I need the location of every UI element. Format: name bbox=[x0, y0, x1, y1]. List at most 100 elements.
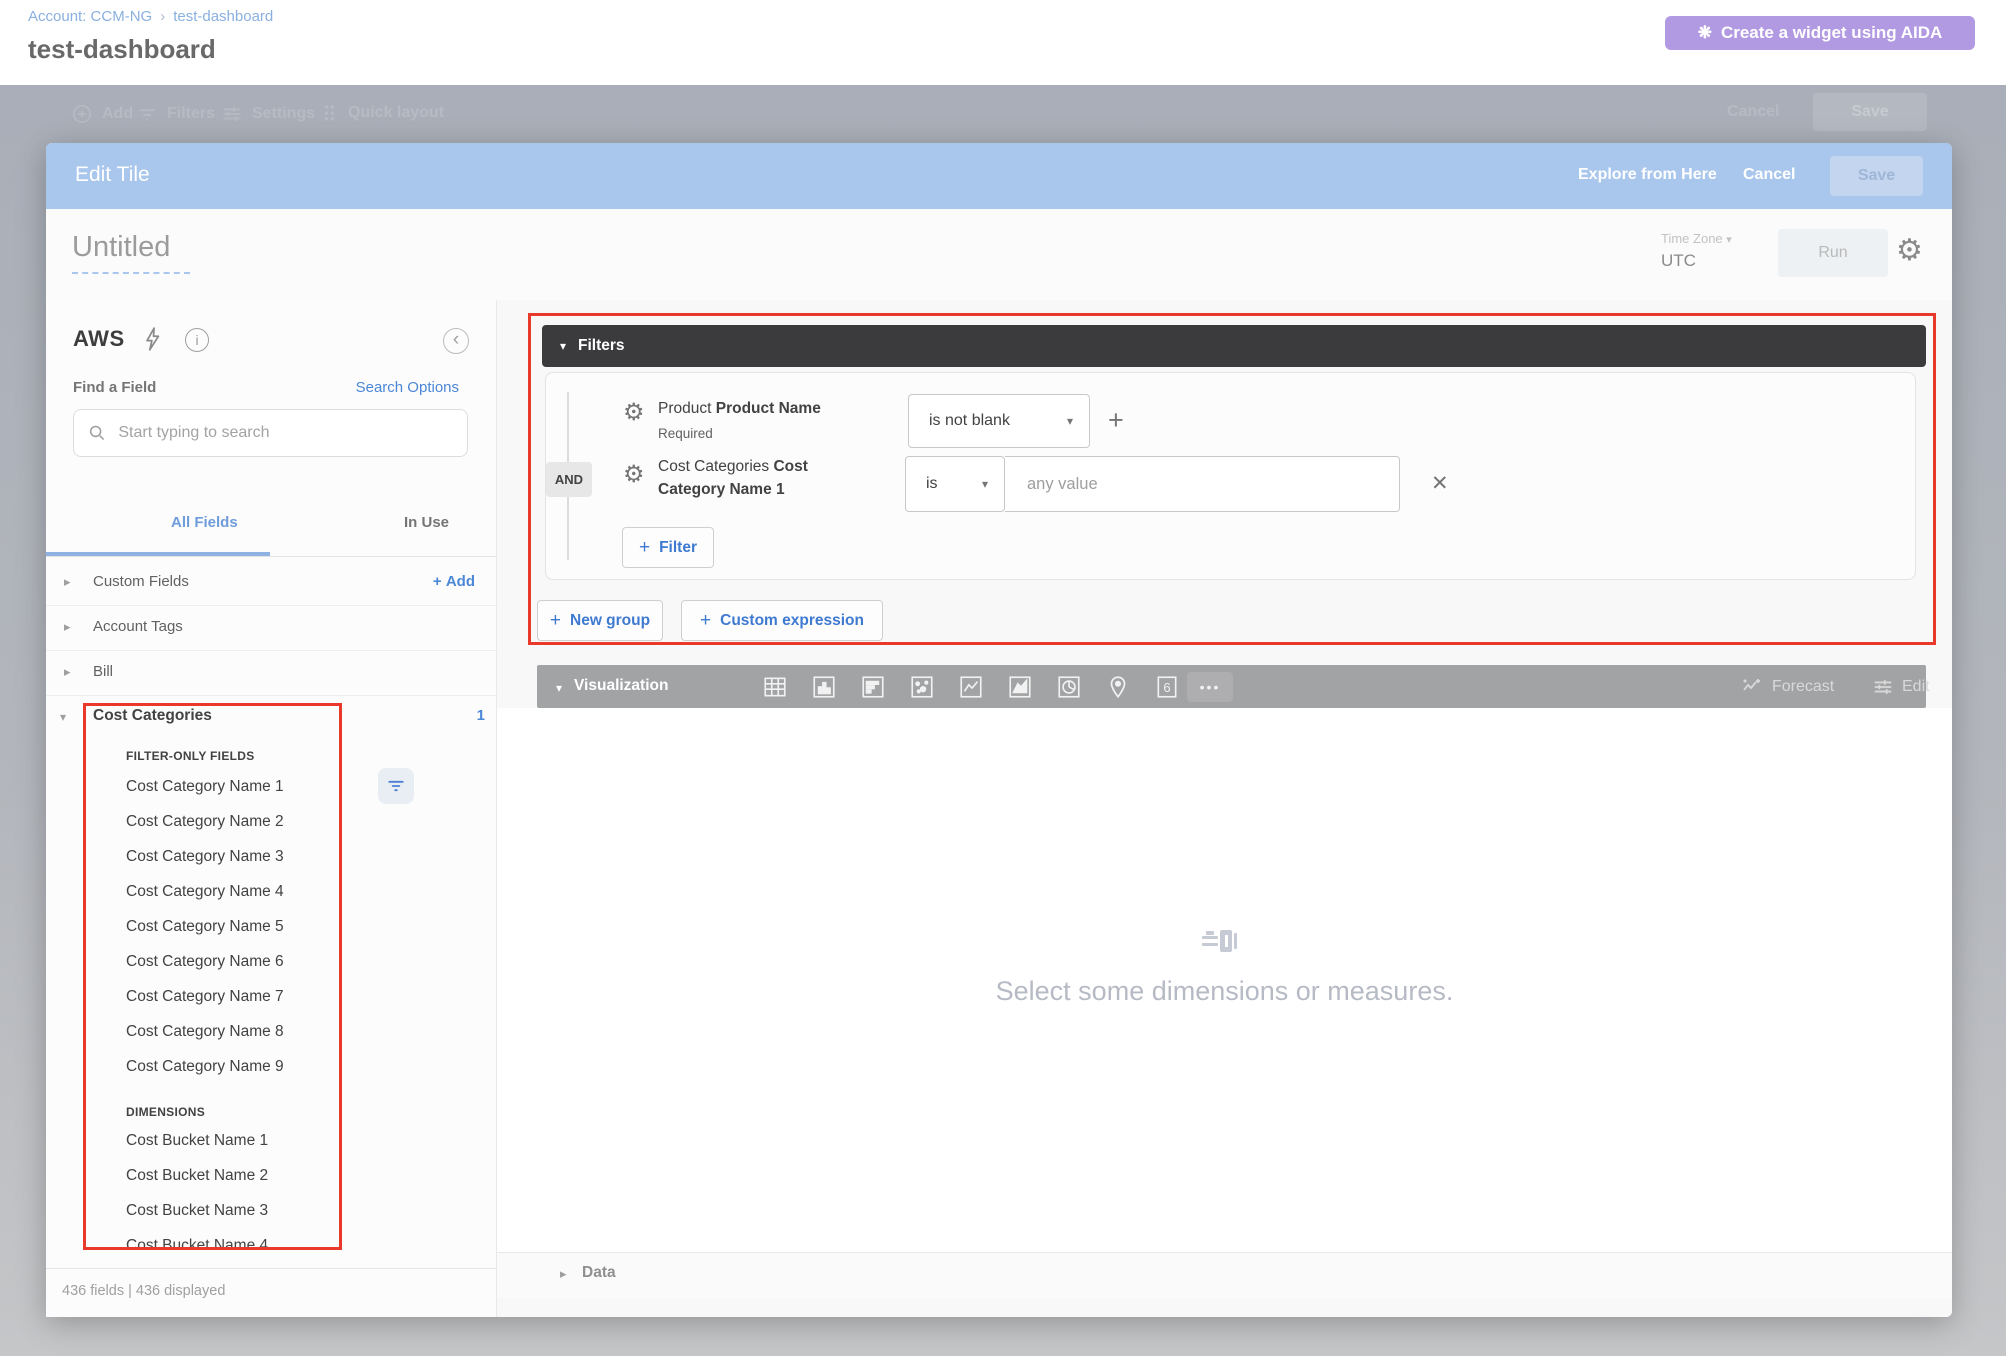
empty-state-message: Select some dimensions or measures. bbox=[497, 976, 1952, 1007]
filter-value-input[interactable] bbox=[1027, 457, 1377, 511]
funnel-icon bbox=[136, 103, 158, 125]
filter-operator-dropdown[interactable]: is ▾ bbox=[905, 456, 1005, 512]
field-item[interactable]: Cost Category Name 2 bbox=[46, 804, 376, 839]
filter-connector-chip[interactable]: AND bbox=[546, 462, 592, 497]
chevron-down-icon: ▾ bbox=[1067, 414, 1073, 428]
run-button[interactable]: Run bbox=[1778, 229, 1888, 277]
tile-title-input[interactable]: Untitled bbox=[72, 231, 190, 274]
field-item[interactable]: Cost Category Name 7 bbox=[46, 979, 376, 1014]
chevron-down-icon: ▾ bbox=[1726, 234, 1732, 246]
table-viz-icon[interactable] bbox=[762, 674, 788, 700]
tab-in-use[interactable]: In Use bbox=[404, 514, 449, 531]
field-search-box bbox=[73, 409, 468, 457]
sidebar-item-bill[interactable]: ▸ Bill bbox=[46, 651, 497, 696]
dashboard-save-button: Save bbox=[1813, 93, 1927, 131]
tab-all-fields[interactable]: All Fields bbox=[171, 514, 238, 531]
visualization-section-header[interactable]: ▾ Visualization 6 ••• Forecast Ed bbox=[537, 665, 1926, 708]
field-item[interactable]: Cost Category Name 8 bbox=[46, 1014, 376, 1049]
sidebar-item-account-tags[interactable]: ▸ Account Tags bbox=[46, 606, 497, 651]
modal-save-button[interactable]: Save bbox=[1830, 156, 1923, 196]
field-item[interactable]: Cost Category Name 9 bbox=[46, 1049, 376, 1084]
screen: Account: CCM-NG › test-dashboard test-dash… bbox=[0, 0, 2006, 1356]
edit-viz-button[interactable]: Edit bbox=[1872, 665, 1930, 708]
pie-chart-viz-icon[interactable] bbox=[1056, 674, 1082, 700]
chevron-down-icon: ▾ bbox=[560, 339, 566, 353]
dashboard-cancel-button: Cancel bbox=[1727, 103, 1779, 121]
forecast-button[interactable]: Forecast bbox=[1740, 665, 1834, 708]
forecast-sparkle-icon bbox=[1740, 675, 1764, 699]
field-tabs: All Fields In Use bbox=[46, 496, 497, 557]
sidebar-item-custom-fields[interactable]: ▸ Custom Fields + Add bbox=[46, 561, 497, 606]
add-custom-field-link[interactable]: + Add bbox=[433, 573, 475, 590]
breadcrumb-page-link[interactable]: test-dashboard bbox=[173, 8, 273, 25]
breadcrumb-separator: › bbox=[160, 8, 165, 25]
field-item[interactable]: Cost Bucket Name 1 bbox=[46, 1123, 376, 1158]
collapse-sidebar-icon[interactable]: ‹ bbox=[443, 328, 469, 354]
add-filter-button[interactable]: +Filter bbox=[622, 527, 714, 568]
filter-operator-dropdown[interactable]: is not blank ▾ bbox=[908, 394, 1090, 448]
filter-lines-icon bbox=[386, 776, 406, 796]
modal-cancel-button[interactable]: Cancel bbox=[1743, 166, 1795, 184]
scatter-viz-icon[interactable] bbox=[909, 674, 935, 700]
gear-icon[interactable]: ⚙ bbox=[1896, 233, 1923, 268]
chevron-down-icon: ▾ bbox=[60, 710, 66, 724]
breadcrumb-account-link[interactable]: Account: CCM-NG bbox=[28, 8, 152, 25]
filter-field-note: Required bbox=[658, 422, 888, 445]
flashlight-icon bbox=[1200, 926, 1248, 960]
filter-value-field bbox=[1005, 456, 1400, 512]
field-item[interactable]: Cost Category Name 3 bbox=[46, 839, 376, 874]
breadcrumb: Account: CCM-NG › test-dashboard bbox=[28, 8, 273, 25]
filter-gear-icon[interactable]: ⚙ bbox=[623, 460, 645, 489]
sidebar-item-cost-categories[interactable]: ▾ Cost Categories 1 bbox=[46, 700, 497, 740]
tile-title-row: Untitled Time Zone ▾ UTC Run ⚙ bbox=[46, 209, 1952, 300]
field-item[interactable]: Cost Category Name 5 bbox=[46, 909, 376, 944]
search-input[interactable] bbox=[118, 424, 453, 442]
custom-expression-button[interactable]: +Custom expression bbox=[681, 600, 883, 641]
explore-from-here-button[interactable]: Explore from Here bbox=[1578, 166, 1717, 184]
filter-field-button[interactable] bbox=[378, 768, 414, 804]
bar-chart-viz-icon[interactable] bbox=[860, 674, 886, 700]
field-item[interactable]: Cost Category Name 4 bbox=[46, 874, 376, 909]
chevron-right-icon: ▸ bbox=[64, 664, 71, 680]
filters-section-header[interactable]: ▾ Filters bbox=[542, 325, 1926, 367]
field-item[interactable]: Cost Bucket Name 2 bbox=[46, 1158, 376, 1193]
search-icon bbox=[88, 423, 106, 443]
filter-field-label: Cost Categories Cost Category Name 1 bbox=[658, 455, 853, 501]
chevron-right-icon: ▸ bbox=[64, 574, 71, 590]
line-chart-viz-icon[interactable] bbox=[958, 674, 984, 700]
create-widget-aida-button[interactable]: ❋ Create a widget using AIDA bbox=[1665, 16, 1975, 50]
aida-button-label: Create a widget using AIDA bbox=[1721, 23, 1942, 43]
add-circle-icon bbox=[71, 103, 93, 125]
area-chart-viz-icon[interactable] bbox=[1007, 674, 1033, 700]
filter-gear-icon[interactable]: ⚙ bbox=[623, 398, 645, 427]
column-chart-viz-icon[interactable] bbox=[811, 674, 837, 700]
search-options-link[interactable]: Search Options bbox=[356, 379, 459, 396]
field-count-label: 436 fields | 436 displayed bbox=[62, 1283, 225, 1299]
modal-title: Edit Tile bbox=[75, 163, 150, 187]
more-viz-types-icon[interactable]: ••• bbox=[1187, 672, 1233, 702]
new-group-button[interactable]: +New group bbox=[537, 600, 663, 641]
drag-grid-icon bbox=[319, 103, 339, 123]
info-icon[interactable]: i bbox=[185, 328, 209, 352]
tile-editor-content: ▾ Filters ⚙ Product Product Name Require… bbox=[497, 300, 1952, 1317]
time-zone-dropdown[interactable]: Time Zone ▾ bbox=[1661, 231, 1732, 246]
lightning-icon[interactable] bbox=[140, 326, 166, 352]
field-picker-sidebar: AWS i ‹ Find a Field Search Options All … bbox=[46, 300, 497, 1317]
visualization-empty-area: Select some dimensions or measures. bbox=[497, 708, 1952, 1252]
field-item[interactable]: Cost Category Name 1 bbox=[46, 769, 376, 804]
add-filter-value-icon[interactable]: + bbox=[1108, 405, 1124, 436]
chevron-down-icon: ▾ bbox=[982, 477, 988, 491]
filter-only-fields-heading: FILTER-ONLY FIELDS bbox=[126, 749, 255, 763]
field-item[interactable]: Cost Bucket Name 3 bbox=[46, 1193, 376, 1228]
field-item[interactable]: Cost Category Name 6 bbox=[46, 944, 376, 979]
field-item[interactable]: Cost Bucket Name 4 bbox=[46, 1228, 376, 1263]
data-section-header[interactable]: ▸ Data bbox=[497, 1252, 1952, 1298]
dashboard-toolbar: Add Filters Settings Quick layout Cancel… bbox=[0, 85, 2006, 143]
single-value-viz-icon[interactable]: 6 bbox=[1154, 674, 1180, 700]
dashboard-add-button: Add bbox=[71, 103, 133, 125]
map-viz-icon[interactable] bbox=[1105, 674, 1131, 700]
remove-filter-icon[interactable]: ✕ bbox=[1431, 471, 1449, 496]
chevron-right-icon: ▸ bbox=[560, 1266, 567, 1282]
dashboard-filters-button: Filters bbox=[136, 103, 215, 125]
modal-header: Edit Tile Explore from Here Cancel Save bbox=[46, 143, 1952, 209]
